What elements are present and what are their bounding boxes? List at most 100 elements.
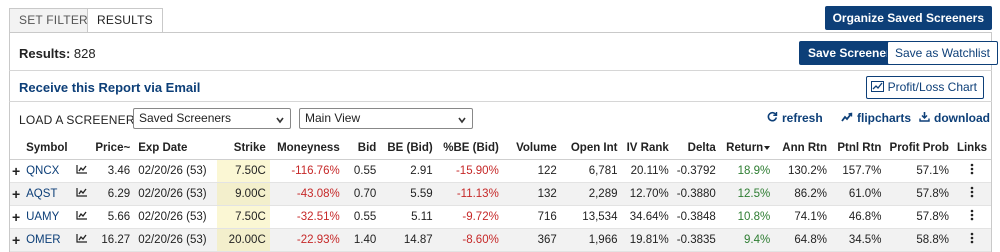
plus-icon[interactable]: + [10, 182, 23, 206]
results-table: Symbol Price~ Exp Date Strike Moneyness … [10, 138, 991, 252]
download-label: download [934, 111, 990, 125]
more-vertical-icon[interactable] [952, 159, 991, 183]
header-strike[interactable]: Strike [216, 138, 270, 160]
save-as-watchlist-button[interactable]: Save as Watchlist [887, 41, 998, 65]
tab-results[interactable]: RESULTS [87, 8, 163, 33]
cell-symbol[interactable]: OMER [22, 228, 73, 252]
save-screener-button[interactable]: Save Screener [799, 41, 900, 65]
cell-pct-be-bid: -11.13% [436, 182, 503, 206]
cell-bid: 0.55 [343, 159, 381, 183]
header-chart [72, 138, 92, 160]
refresh-label: refresh [782, 111, 823, 125]
view-select-value: Main View [305, 111, 361, 125]
flipcharts-link[interactable]: flipcharts [841, 111, 911, 125]
cell-return: 18.9% [719, 159, 775, 183]
profit-loss-chart-button[interactable]: Profit/Loss Chart [865, 76, 984, 99]
header-ann-rtn[interactable]: Ann Rtn [774, 138, 831, 160]
cell-pct-be-bid: -9.72% [436, 205, 503, 229]
header-open-int[interactable]: Open Int [560, 138, 622, 160]
cell-moneyness: -22.93% [269, 228, 344, 252]
cell-moneyness: -116.76% [269, 159, 344, 183]
cell-ann-rtn: 64.8% [774, 228, 831, 252]
cell-delta: -0.3792 [672, 159, 720, 183]
cell-symbol[interactable]: AQST [22, 182, 73, 206]
more-vertical-icon[interactable] [952, 205, 991, 229]
plus-icon[interactable]: + [10, 205, 23, 229]
header-moneyness[interactable]: Moneyness [269, 138, 344, 160]
cell-open-int: 2,289 [560, 182, 622, 206]
cell-iv-rank: 19.81% [621, 228, 673, 252]
results-value: 828 [73, 46, 96, 61]
cell-open-int: 13,534 [560, 205, 622, 229]
download-link[interactable]: download [919, 111, 990, 125]
cell-profit-prob: 57.8% [885, 182, 953, 206]
cell-iv-rank: 12.70% [621, 182, 673, 206]
header-profit-prob[interactable]: Profit Prob [885, 138, 953, 160]
cell-symbol[interactable]: UAMY [22, 205, 73, 229]
header-symbol[interactable]: Symbol [22, 138, 73, 160]
cell-open-int: 1,966 [560, 228, 622, 252]
flipcharts-label: flipcharts [857, 111, 912, 125]
results-label: Results: [19, 46, 71, 61]
cell-symbol[interactable]: QNCX [22, 159, 73, 183]
cell-moneyness: -43.08% [269, 182, 344, 206]
plus-icon[interactable]: + [10, 159, 23, 183]
cell-iv-rank: 20.11% [621, 159, 673, 183]
header-bid[interactable]: Bid [343, 138, 381, 160]
cell-strike: 20.00C [216, 228, 270, 252]
cell-bid: 0.70 [343, 182, 381, 206]
cell-volume: 122 [502, 159, 561, 183]
trend-icon [841, 111, 853, 125]
organize-saved-screeners-button[interactable]: Organize Saved Screeners [824, 6, 992, 30]
header-delta[interactable]: Delta [672, 138, 720, 160]
chart-line-icon[interactable] [72, 205, 92, 229]
header-ptnl-rtn[interactable]: Ptnl Rtn [831, 138, 886, 160]
header-volume[interactable]: Volume [502, 138, 561, 160]
sort-descending-icon [764, 146, 771, 151]
header-be-bid[interactable]: BE (Bid) [380, 138, 437, 160]
header-price[interactable]: Price~ [91, 138, 135, 160]
cell-return: 9.4% [719, 228, 775, 252]
cell-profit-prob: 58.8% [885, 228, 953, 252]
header-return[interactable]: Return [719, 138, 775, 160]
cell-price: 5.66 [91, 205, 135, 229]
table-row: + UAMY 5.66 02/20/26 (53) 7.50C -32.51% … [10, 205, 991, 229]
cell-delta: -0.3880 [672, 182, 720, 206]
chart-line-icon[interactable] [72, 159, 92, 183]
refresh-link[interactable]: refresh [767, 111, 823, 125]
cell-open-int: 6,781 [560, 159, 622, 183]
header-links: Links [952, 138, 991, 160]
header-return-label: Return [726, 142, 764, 155]
chart-line-icon[interactable] [72, 228, 92, 252]
saved-screeners-value: Saved Screeners [139, 111, 232, 125]
tab-bar: SET FILTERS RESULTS Organize Saved Scree… [0, 0, 1000, 33]
cell-be-bid: 5.11 [380, 205, 437, 229]
cell-ann-rtn: 74.1% [774, 205, 831, 229]
cell-ann-rtn: 86.2% [774, 182, 831, 206]
header-exp-date[interactable]: Exp Date [134, 138, 217, 160]
results-count: Results: 828 [19, 46, 96, 61]
cell-strike: 7.50C [216, 205, 270, 229]
header-iv-rank[interactable]: IV Rank [621, 138, 673, 160]
chart-icon [870, 81, 884, 92]
saved-screeners-select[interactable]: Saved Screeners [133, 108, 291, 129]
plus-icon[interactable]: + [10, 228, 23, 252]
cell-moneyness: -32.51% [269, 205, 344, 229]
load-screener-label: LOAD A SCREENER: [19, 113, 139, 127]
chart-line-icon[interactable] [72, 182, 92, 206]
view-select[interactable]: Main View [299, 108, 473, 129]
header-pct-be-bid[interactable]: %BE (Bid) [436, 138, 503, 160]
receive-report-email-link[interactable]: Receive this Report via Email [19, 80, 200, 95]
cell-volume: 132 [502, 182, 561, 206]
divider [9, 101, 992, 102]
cell-profit-prob: 57.8% [885, 205, 953, 229]
table-row: + OMER 16.27 02/20/26 (53) 20.00C -22.93… [10, 228, 991, 252]
cell-volume: 716 [502, 205, 561, 229]
more-vertical-icon[interactable] [952, 228, 991, 252]
divider [9, 70, 992, 71]
cell-price: 3.46 [91, 159, 135, 183]
cell-price: 16.27 [91, 228, 135, 252]
more-vertical-icon[interactable] [952, 182, 991, 206]
cell-be-bid: 14.87 [380, 228, 437, 252]
cell-exp-date: 02/20/26 (53) [134, 159, 217, 183]
